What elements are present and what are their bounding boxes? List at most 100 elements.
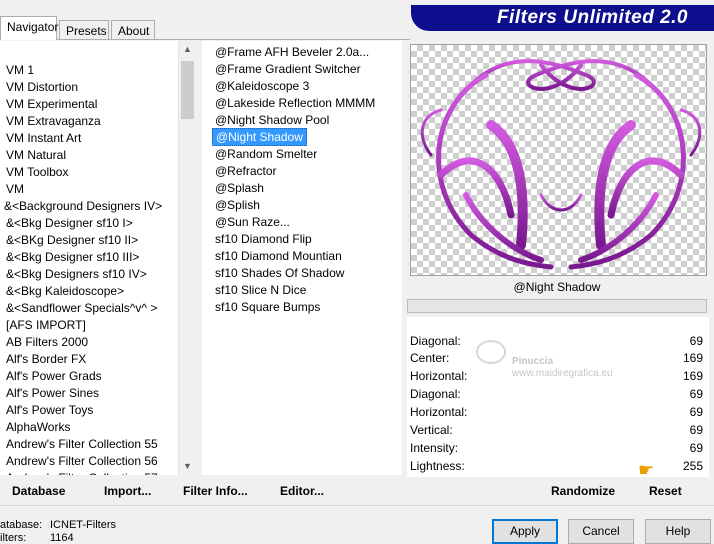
parameter-row[interactable]: Center: 169 [407, 350, 709, 367]
category-item[interactable]: AlphaWorks [0, 419, 178, 436]
selected-filter-name: @Night Shadow [513, 280, 601, 294]
parameter-panel: Diagonal: 69 Center: 169 Horizontal: 169 Diago… [407, 317, 709, 477]
parameter-label: Intensity: [410, 441, 459, 455]
parameter-row[interactable]: Intensity: 69 [407, 440, 709, 457]
parameter-value[interactable]: 169 [683, 368, 703, 385]
parameter-row[interactable]: Vertical: 69 [407, 422, 709, 439]
filters-info-label: ilters: [0, 532, 27, 544]
title-banner: Filters Unlimited 2.0 [411, 5, 714, 31]
filter-item-label: @Splash [215, 181, 264, 195]
scroll-thumb[interactable] [181, 61, 194, 119]
parameter-value[interactable]: 69 [690, 422, 703, 439]
filter-item[interactable]: @Kaleidoscope 3 [202, 78, 402, 95]
filter-item[interactable]: @Night Shadow [202, 128, 402, 146]
category-item[interactable]: AB Filters 2000 [0, 334, 178, 351]
category-item[interactable]: VM Extravaganza [0, 113, 178, 130]
filter-item-label: sf10 Slice N Dice [215, 283, 307, 297]
category-item[interactable]: VM [0, 181, 178, 198]
category-item[interactable]: VM Instant Art [0, 130, 178, 147]
category-item[interactable]: VM 1 [0, 62, 178, 79]
filter-item[interactable]: @Frame AFH Beveler 2.0a... [202, 44, 402, 61]
filter-item-label: @Sun Raze... [215, 215, 290, 229]
category-item[interactable]: &<Sandflower Specials^v^ > [0, 300, 178, 317]
category-item[interactable]: &<Bkg Designers sf10 IV> [0, 266, 178, 283]
parameter-value[interactable]: 69 [690, 386, 703, 403]
category-item[interactable]: Alf's Power Toys [0, 402, 178, 419]
filter-item[interactable]: sf10 Shades Of Shadow [202, 265, 402, 282]
editor-button[interactable]: Editor... [280, 484, 324, 498]
category-scrollbar[interactable]: ▲ ▼ [178, 41, 195, 475]
tab-about[interactable]: About [111, 20, 155, 40]
filter-item[interactable]: sf10 Square Bumps [202, 299, 402, 316]
parameter-value[interactable]: 69 [690, 440, 703, 457]
category-item[interactable]: &<Bkg Designer sf10 III> [0, 249, 178, 266]
filter-item[interactable]: @Sun Raze... [202, 214, 402, 231]
parameter-label: Vertical: [410, 423, 453, 437]
filter-item-label: @Kaleidoscope 3 [215, 79, 310, 93]
filter-item[interactable]: @Frame Gradient Switcher [202, 61, 402, 78]
filter-item-label: @Lakeside Reflection MMMM [215, 96, 376, 110]
category-item[interactable]: Andrew's Filter Collection 55 [0, 436, 178, 453]
filter-item[interactable]: @Refractor [202, 163, 402, 180]
tab-presets[interactable]: Presets [59, 20, 109, 40]
watermark-url: www.maidiregrafica.eu [512, 368, 613, 379]
parameter-label: Diagonal: [410, 334, 461, 348]
filter-info-button[interactable]: Filter Info... [183, 484, 248, 498]
help-button[interactable]: Help [645, 519, 711, 544]
parameter-value[interactable]: 255 [683, 458, 703, 475]
filter-item[interactable]: @Night Shadow Pool [202, 112, 402, 129]
parameter-row[interactable]: Diagonal: 69 [407, 333, 709, 350]
parameter-value[interactable]: 169 [683, 350, 703, 367]
import-button[interactable]: Import... [104, 484, 151, 498]
cancel-button[interactable]: Cancel [568, 519, 634, 544]
parameter-row[interactable]: Diagonal: 69 [407, 386, 709, 403]
filter-item[interactable]: sf10 Diamond Flip [202, 231, 402, 248]
category-item[interactable]: &<BKg Designer sf10 II> [0, 232, 178, 249]
filter-item[interactable]: @Splash [202, 180, 402, 197]
category-item[interactable]: VM Natural [0, 147, 178, 164]
filter-item[interactable]: @Splish [202, 197, 402, 214]
category-item[interactable]: &<Bkg Kaleidoscope> [0, 283, 178, 300]
filter-list[interactable]: @Frame AFH Beveler 2.0a... @Frame Gradien… [202, 41, 402, 475]
parameter-label: Center: [410, 351, 450, 365]
filter-item[interactable]: @Lakeside Reflection MMMM [202, 95, 402, 112]
app-title: Filters Unlimited 2.0 [496, 7, 688, 28]
filter-item-label: @Frame AFH Beveler 2.0a... [215, 45, 370, 59]
category-item[interactable]: Alf's Power Sines [0, 385, 178, 402]
parameter-row[interactable]: Lightness: 255 [407, 458, 709, 475]
parameter-label: Diagonal: [410, 387, 461, 401]
apply-button[interactable]: Apply [492, 519, 558, 544]
category-item[interactable]: VM Experimental [0, 96, 178, 113]
category-list[interactable]: VM 1 VM Distortion VM Experimental VM Extra… [0, 41, 178, 475]
filter-item-label: sf10 Square Bumps [215, 300, 321, 314]
heart-ornament-image [420, 59, 702, 270]
reset-button[interactable]: Reset [649, 484, 682, 498]
scroll-down-icon[interactable]: ▼ [179, 458, 196, 475]
filters-info-value: 1164 [50, 532, 74, 544]
parameter-value[interactable]: 69 [690, 404, 703, 421]
database-button[interactable]: Database [12, 484, 65, 498]
filter-item[interactable]: @Random Smelter [202, 146, 402, 163]
filter-item[interactable]: sf10 Diamond Mountian [202, 248, 402, 265]
watermark-logo-icon [476, 340, 506, 364]
database-info-value: ICNET-Filters [50, 519, 116, 531]
category-item[interactable]: VM Toolbox [0, 164, 178, 181]
progress-bar [407, 299, 707, 313]
tab-divider [0, 39, 410, 40]
database-info-label: atabase: [0, 519, 43, 531]
category-item[interactable]: [AFS IMPORT] [0, 317, 178, 334]
category-item[interactable]: Andrew's Filter Collection 57 [0, 470, 178, 475]
category-item[interactable]: &<Background Designers IV> [0, 198, 178, 215]
scroll-up-icon[interactable]: ▲ [179, 41, 196, 58]
randomize-button[interactable]: Randomize [551, 484, 615, 498]
category-item[interactable]: VM Distortion [0, 79, 178, 96]
category-item[interactable]: Alf's Border FX [0, 351, 178, 368]
category-item[interactable]: Andrew's Filter Collection 56 [0, 453, 178, 470]
category-item[interactable]: Alf's Power Grads [0, 368, 178, 385]
parameter-value[interactable]: 69 [690, 333, 703, 350]
category-item[interactable]: &<Bkg Designer sf10 I> [0, 215, 178, 232]
tab-navigator[interactable]: Navigator [0, 16, 58, 40]
filter-item-label: @Night Shadow Pool [215, 113, 330, 127]
filter-item[interactable]: sf10 Slice N Dice [202, 282, 402, 299]
parameter-row[interactable]: Horizontal: 69 [407, 404, 709, 421]
